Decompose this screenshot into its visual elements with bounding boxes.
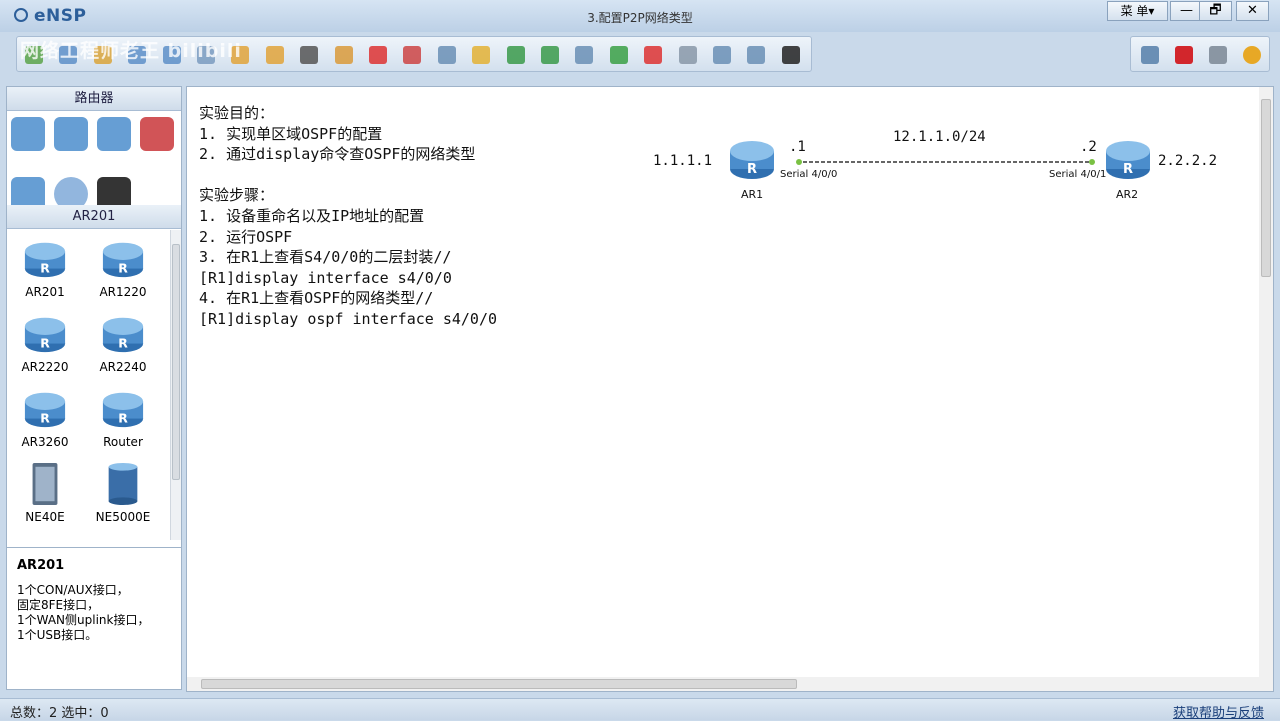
zoom-in-icon[interactable]	[506, 46, 525, 64]
category-header: 路由器	[7, 87, 181, 111]
network-label[interactable]: 12.1.1.0/24	[893, 129, 986, 145]
canvas-horizontal-scrollbar[interactable]	[187, 677, 1273, 691]
device-name: AR2220	[21, 360, 69, 374]
watermark: 网络工程师老王 bilibili	[20, 40, 242, 62]
svg-text:R: R	[118, 410, 128, 425]
selection-status: 总数：2 选中：0	[10, 706, 109, 721]
delete-icon[interactable]	[369, 46, 387, 64]
delete-link-icon[interactable]	[403, 46, 422, 64]
canvas-vertical-scroll-thumb[interactable]	[1261, 99, 1271, 277]
help-icon[interactable]	[1243, 46, 1261, 64]
chat-icon[interactable]	[1141, 46, 1159, 64]
device-name: Router	[103, 435, 143, 449]
router-icon: R	[24, 317, 66, 353]
port-indicator-r2	[1089, 159, 1095, 165]
router-icon: R	[1106, 141, 1150, 179]
device-list-scrollbar[interactable]	[170, 230, 181, 540]
description-line: 1个USB接口。	[17, 628, 98, 642]
device-description: AR201 1个CON/AUX接口， 固定8FE接口， 1个WAN侧uplink…	[7, 547, 181, 689]
wireless-category-icon[interactable]	[97, 117, 131, 151]
topology-icon[interactable]	[713, 46, 731, 64]
switch-category-icon[interactable]	[54, 117, 88, 151]
settings-icon[interactable]	[1209, 46, 1227, 64]
device-name: AR3260	[21, 435, 69, 449]
router-ar2[interactable]: R	[1105, 139, 1151, 181]
secondary-toolbar	[1130, 36, 1270, 72]
svg-text:R: R	[40, 335, 50, 350]
r2-loopback-label[interactable]: 2.2.2.2	[1158, 153, 1217, 169]
svg-text:R: R	[40, 410, 50, 425]
device-item-ne40e[interactable]: NE40E	[10, 462, 80, 524]
device-name: AR2240	[99, 360, 147, 374]
pan-icon[interactable]	[334, 46, 353, 64]
router-icon: R	[730, 141, 774, 179]
chassis-icon	[32, 462, 58, 506]
svg-text:R: R	[118, 335, 128, 350]
device-name: NE5000E	[95, 510, 151, 524]
description-line: 1个CON/AUX接口，	[17, 583, 129, 597]
device-list-scroll-thumb[interactable]	[172, 244, 180, 480]
router-icon: R	[102, 317, 144, 353]
fit-icon[interactable]	[575, 46, 594, 64]
text-icon[interactable]	[437, 46, 456, 64]
svg-text:R: R	[747, 162, 757, 177]
grid-icon[interactable]	[747, 46, 766, 64]
router-icon: R	[24, 242, 66, 278]
device-item-ar2220[interactable]: R AR2220	[10, 312, 80, 374]
chassis-round-icon	[108, 462, 138, 506]
router-icon: R	[102, 242, 144, 278]
canvas-horizontal-scroll-thumb[interactable]	[201, 679, 797, 689]
device-name: AR201	[25, 285, 65, 299]
description-line: 固定8FE接口，	[17, 598, 100, 612]
redo-icon[interactable]	[265, 46, 284, 64]
zoom-out-icon[interactable]	[541, 46, 559, 64]
select-icon[interactable]	[300, 46, 319, 64]
close-button[interactable]: ✕	[1236, 1, 1269, 21]
window-title: 3.配置P2P网络类型	[587, 11, 693, 25]
description-title: AR201	[17, 558, 65, 573]
help-feedback-link[interactable]: 获取帮助与反馈	[1173, 702, 1264, 721]
router-icon: R	[24, 392, 66, 428]
title-bar: eNSP 3.配置P2P网络类型 菜 单▾ — 🗗 ✕	[0, 0, 1280, 32]
device-name: NE40E	[25, 510, 65, 524]
router-ar1-name[interactable]: AR1	[741, 188, 763, 201]
device-name: AR1220	[99, 285, 147, 299]
huawei-icon[interactable]	[1175, 46, 1193, 64]
device-item-ar2240[interactable]: R AR2240	[88, 312, 158, 374]
restore-button[interactable]: 🗗	[1199, 1, 1232, 21]
router-icon: R	[102, 392, 144, 428]
router-ar1[interactable]: R	[729, 139, 775, 181]
capture-icon[interactable]	[678, 46, 697, 64]
status-bar: 总数：2 选中：0 获取帮助与反馈	[0, 698, 1280, 721]
device-item-ar201[interactable]: R AR201	[10, 237, 80, 299]
device-item-ar3260[interactable]: R AR3260	[10, 387, 80, 449]
svg-text:R: R	[1123, 162, 1133, 177]
topology-canvas[interactable]: 实验目的： 1. 实现单区域OSPF的配置 2. 通过display命令查OSPF的…	[186, 86, 1274, 692]
r2-host-label[interactable]: .2	[1080, 139, 1097, 155]
router-ar2-name[interactable]: AR2	[1116, 188, 1138, 201]
device-item-router[interactable]: R Router	[88, 387, 158, 449]
device-item-ne5000e[interactable]: NE5000E	[88, 462, 158, 524]
menu-button[interactable]: 菜 单▾	[1107, 1, 1168, 21]
r1-loopback-label[interactable]: 1.1.1.1	[653, 153, 712, 169]
stop-icon[interactable]	[644, 46, 663, 64]
description-line: 1个WAN侧uplink接口，	[17, 613, 150, 627]
r1-host-label[interactable]: .1	[789, 139, 806, 155]
svg-text:R: R	[40, 260, 50, 275]
rectangle-icon[interactable]	[472, 46, 491, 64]
svg-text:R: R	[118, 260, 128, 275]
series-header: AR201	[7, 205, 181, 229]
terminal-icon[interactable]	[781, 46, 800, 64]
firewall-category-icon[interactable]	[140, 117, 174, 151]
r1-interface-label: Serial 4/0/0	[780, 169, 838, 180]
canvas-vertical-scrollbar[interactable]	[1259, 87, 1273, 677]
router-category-icon[interactable]	[11, 117, 45, 151]
port-indicator-r1	[796, 159, 802, 165]
start-icon[interactable]	[609, 46, 628, 64]
r2-interface-label: Serial 4/0/1	[1049, 169, 1107, 180]
device-item-ar1220[interactable]: R AR1220	[88, 237, 158, 299]
device-panel: 路由器 AR201 R AR201 R AR1220 R AR2220 R AR2240 R AR…	[6, 86, 182, 690]
